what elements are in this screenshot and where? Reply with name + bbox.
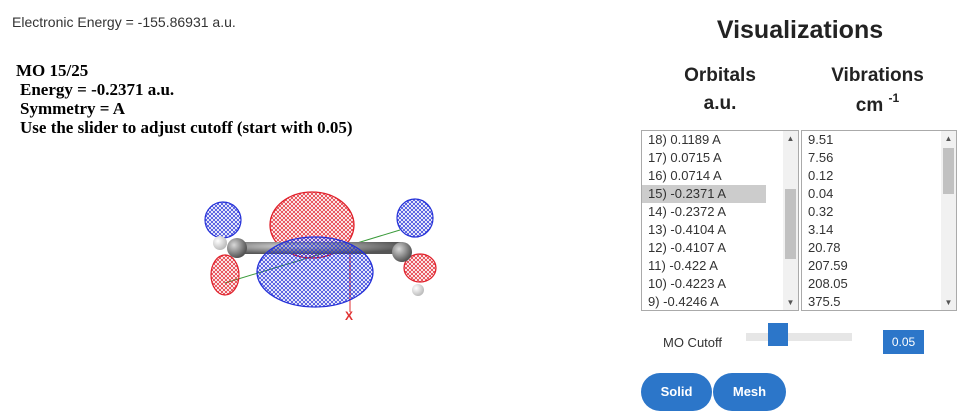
scroll-down-icon[interactable]: ▼ [783, 295, 798, 310]
mo-info: MO 15/25 Energy = -0.2371 a.u. Symmetry … [16, 61, 353, 137]
vibrations-items: 9.51 7.56 0.12 0.04 0.32 3.14 20.78 207.59 208.0… [802, 131, 941, 310]
orbital-list-item[interactable]: 13) -0.4104 A [642, 221, 766, 239]
mesh-button[interactable]: Mesh [713, 373, 786, 411]
vibration-list-item[interactable]: 9.51 [802, 131, 941, 149]
vibrations-scrollbar[interactable]: ▲ ▼ [941, 131, 956, 310]
scroll-thumb[interactable] [785, 189, 796, 259]
x-axis-label: X [345, 309, 353, 323]
hydrogen-atom [412, 284, 424, 296]
orbital-list-item[interactable]: 16) 0.0714 A [642, 167, 766, 185]
vibration-list-item[interactable]: 3.14 [802, 221, 941, 239]
vibrations-header: Vibrations cm -1 [800, 65, 955, 117]
orbital-list-item[interactable]: 17) 0.0715 A [642, 149, 766, 167]
mo-cutoff-label: MO Cutoff [663, 335, 723, 350]
mo-symmetry: Symmetry = A [20, 99, 126, 118]
vibration-list-item[interactable]: 375.5 [802, 293, 941, 310]
orbitals-header: Orbitals a.u. [640, 65, 800, 115]
vibration-list-item[interactable]: 0.12 [802, 167, 941, 185]
negative-lobe [396, 198, 434, 238]
mo-title: MO 15/25 [16, 61, 89, 80]
vibrations-unit-base: cm [855, 95, 884, 117]
vibration-list-item[interactable]: 0.32 [802, 203, 941, 221]
vibration-list-item[interactable]: 7.56 [802, 149, 941, 167]
orbital-list-item[interactable]: 18) 0.1189 A [642, 131, 766, 149]
orbitals-header-label: Orbitals [684, 65, 756, 86]
orbitals-unit: a.u. [703, 93, 737, 114]
carbon-atom [227, 238, 247, 258]
negative-lobe [204, 201, 242, 239]
scroll-up-icon[interactable]: ▲ [941, 131, 956, 146]
mo-instruction: Use the slider to adjust cutoff (start w… [20, 118, 353, 137]
electronic-energy: Electronic Energy = -155.86931 a.u. [12, 14, 236, 30]
mo-energy: Energy = -0.2371 a.u. [20, 80, 175, 99]
mo-cutoff-value: 0.05 [883, 330, 924, 354]
orbitals-items: 18) 0.1189 A 17) 0.0715 A 16) 0.0714 A 15) … [642, 131, 783, 310]
hydrogen-atom [213, 236, 227, 250]
orbital-list-item[interactable]: 10) -0.4223 A [642, 275, 766, 293]
vibration-list-item[interactable]: 0.04 [802, 185, 941, 203]
visualizations-title: Visualizations [716, 16, 884, 44]
vibrations-unit: cm -1 [800, 91, 955, 117]
mo-cutoff-slider-handle[interactable] [767, 323, 788, 346]
vibrations-listbox[interactable]: 9.51 7.56 0.12 0.04 0.32 3.14 20.78 207.59 208.0… [801, 130, 957, 311]
carbon-atom [392, 242, 412, 262]
orbital-list-item[interactable]: 12) -0.4107 A [642, 239, 766, 257]
orbital-list-item[interactable]: 9) -0.4246 A [642, 293, 766, 310]
vibration-list-item[interactable]: 20.78 [802, 239, 941, 257]
orbitals-scrollbar[interactable]: ▲ ▼ [783, 131, 798, 310]
scroll-up-icon[interactable]: ▲ [783, 131, 798, 146]
orbitals-listbox[interactable]: 18) 0.1189 A 17) 0.0715 A 16) 0.0714 A 15) … [641, 130, 799, 311]
scroll-down-icon[interactable]: ▼ [941, 295, 956, 310]
negative-lobe [256, 236, 374, 308]
vibrations-header-label: Vibrations [831, 65, 924, 86]
solid-button[interactable]: Solid [641, 373, 712, 411]
mo-cutoff-slider-track[interactable] [746, 333, 852, 341]
vibrations-unit-exponent: -1 [888, 91, 900, 105]
orbital-list-item[interactable]: 11) -0.422 A [642, 257, 766, 275]
orbital-mesh-render[interactable]: X [190, 180, 460, 330]
vibration-list-item[interactable]: 207.59 [802, 257, 941, 275]
molecule-viewer[interactable]: X [190, 180, 460, 330]
vibration-list-item[interactable]: 208.05 [802, 275, 941, 293]
scroll-thumb[interactable] [943, 148, 954, 194]
orbital-list-item[interactable]: 14) -0.2372 A [642, 203, 766, 221]
positive-lobe [210, 254, 240, 296]
orbital-list-item[interactable]: 15) -0.2371 A [642, 185, 766, 203]
